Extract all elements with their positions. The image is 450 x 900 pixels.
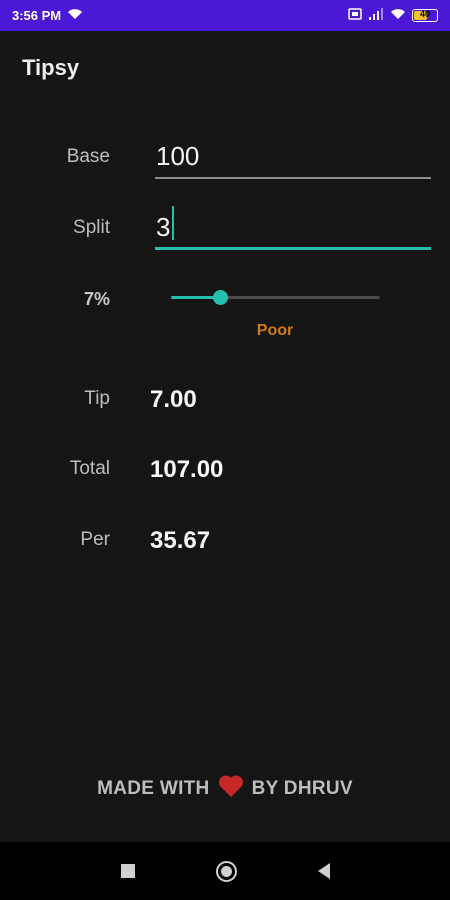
sim-icon — [348, 8, 362, 23]
base-input[interactable]: 100 — [156, 141, 199, 172]
wifi-icon — [67, 8, 83, 23]
battery-icon: 40 — [412, 9, 438, 22]
split-input[interactable]: 3 — [156, 212, 170, 243]
base-label: Base — [66, 146, 110, 167]
tip-quality-label: Poor — [256, 322, 294, 339]
per-person-label: Per — [80, 529, 110, 550]
app-title: Tipsy — [22, 55, 80, 80]
battery-level: 40 — [419, 9, 430, 19]
split-label: Split — [73, 217, 110, 238]
total-label: Total — [69, 458, 110, 479]
signal-icon — [368, 8, 384, 23]
footer-suffix: BY DHRUV — [251, 778, 353, 799]
text-cursor — [172, 206, 174, 240]
tip-label: Tip — [84, 388, 110, 409]
wifi-signal-icon — [390, 8, 406, 23]
tip-slider-thumb[interactable] — [212, 290, 228, 305]
tip-value: 7.00 — [150, 386, 197, 413]
recents-button-icon[interactable] — [120, 864, 135, 878]
footer-credit: MADE WITH BY DHRUV — [0, 774, 450, 804]
split-input-underline — [155, 247, 431, 250]
per-person-value: 35.67 — [150, 527, 211, 554]
status-bar: 3:56 PM 40 — [0, 0, 450, 31]
total-value: 107.00 — [150, 456, 224, 483]
base-input-underline — [155, 177, 431, 179]
footer-prefix: MADE WITH — [97, 778, 210, 799]
status-time: 3:56 PM — [12, 8, 62, 23]
navigation-bar — [0, 842, 450, 900]
tip-percent-label: 7% — [83, 289, 110, 309]
back-button-icon[interactable] — [317, 863, 330, 879]
tip-slider[interactable] — [171, 290, 380, 305]
heart-icon — [218, 774, 244, 804]
home-button-icon[interactable] — [215, 860, 237, 882]
